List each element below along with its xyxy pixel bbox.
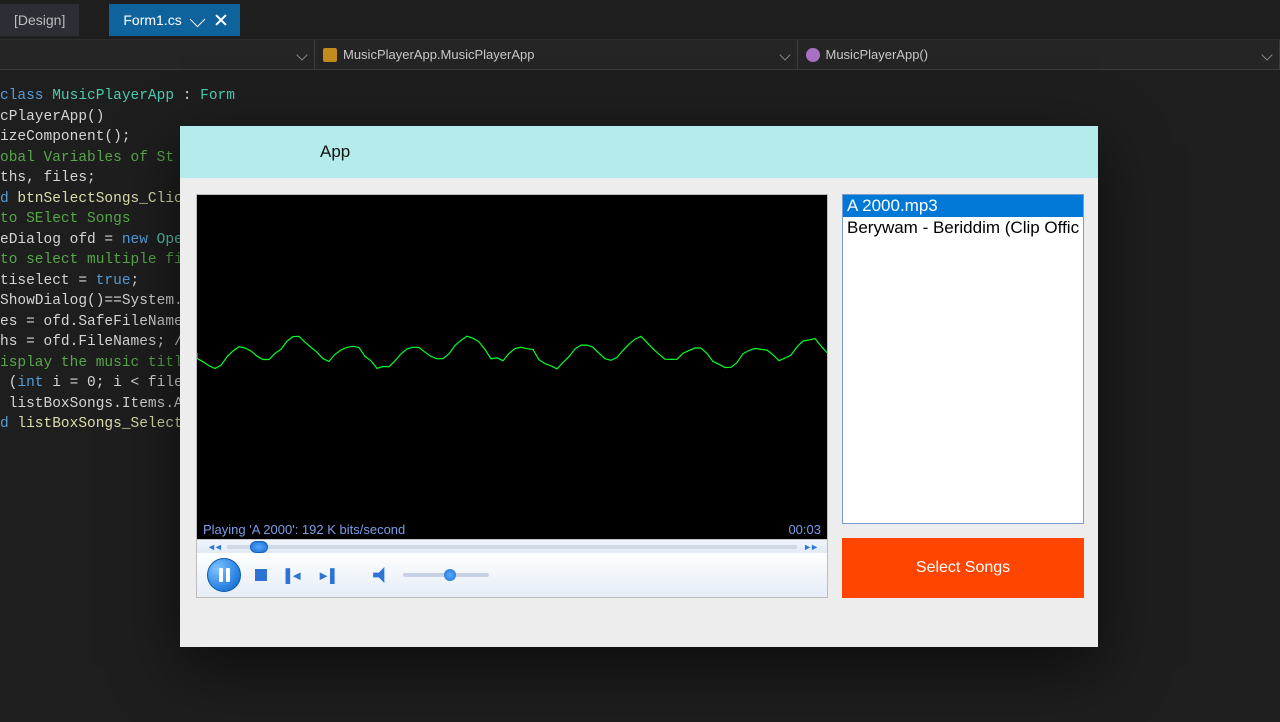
- rewind-icon[interactable]: ◄◄: [207, 542, 221, 552]
- status-strip: Playing 'A 2000': 192 K bits/second 00:0…: [197, 519, 827, 539]
- music-player-window: App Playing 'A 2000': 192 K bits/second …: [180, 126, 1098, 647]
- chevron-down-icon: [779, 49, 790, 60]
- fastforward-icon[interactable]: ►►: [803, 542, 817, 552]
- next-button[interactable]: ►▌: [317, 568, 339, 583]
- volume-icon[interactable]: [373, 567, 389, 583]
- stop-button[interactable]: [255, 569, 267, 581]
- pause-icon: [219, 568, 230, 582]
- songs-listbox[interactable]: A 2000.mp3Berywam - Beriddim (Clip Offic: [842, 194, 1084, 524]
- player-controls: ▐◄ ►▌: [197, 553, 827, 597]
- pin-icon[interactable]: [192, 14, 204, 26]
- member-label: MusicPlayerApp(): [826, 47, 929, 62]
- list-item[interactable]: Berywam - Beriddim (Clip Offic: [843, 217, 1083, 239]
- media-player: Playing 'A 2000': 192 K bits/second 00:0…: [196, 194, 828, 598]
- class-icon: [323, 48, 337, 62]
- app-titlebar[interactable]: App: [180, 126, 1098, 178]
- previous-button[interactable]: ▐◄: [281, 568, 303, 583]
- tab-label: Form1.cs: [123, 12, 181, 28]
- nav-breadcrumb: MusicPlayerApp.MusicPlayerApp MusicPlaye…: [0, 40, 1280, 70]
- select-songs-button[interactable]: Select Songs: [842, 538, 1084, 598]
- list-item[interactable]: A 2000.mp3: [843, 195, 1083, 217]
- visualizer[interactable]: [197, 195, 827, 519]
- chevron-down-icon: [296, 49, 307, 60]
- tab-label: [Design]: [14, 12, 65, 28]
- seek-track[interactable]: [227, 545, 797, 549]
- status-text: Playing 'A 2000': 192 K bits/second: [203, 522, 405, 537]
- select-songs-label: Select Songs: [916, 559, 1010, 577]
- class-dropdown[interactable]: MusicPlayerApp.MusicPlayerApp: [315, 40, 798, 69]
- play-pause-button[interactable]: [207, 558, 241, 592]
- elapsed-time: 00:03: [788, 522, 821, 537]
- close-icon[interactable]: [214, 14, 226, 26]
- chevron-down-icon: [1261, 49, 1272, 60]
- volume-slider[interactable]: [403, 573, 489, 577]
- project-dropdown[interactable]: [0, 40, 315, 69]
- member-dropdown[interactable]: MusicPlayerApp(): [798, 40, 1280, 69]
- app-title: App: [320, 142, 350, 162]
- class-label: MusicPlayerApp.MusicPlayerApp: [343, 47, 534, 62]
- seek-bar[interactable]: ◄◄ ►►: [197, 539, 827, 553]
- method-icon: [806, 48, 820, 62]
- seek-thumb[interactable]: [250, 541, 268, 553]
- volume-thumb[interactable]: [444, 569, 456, 581]
